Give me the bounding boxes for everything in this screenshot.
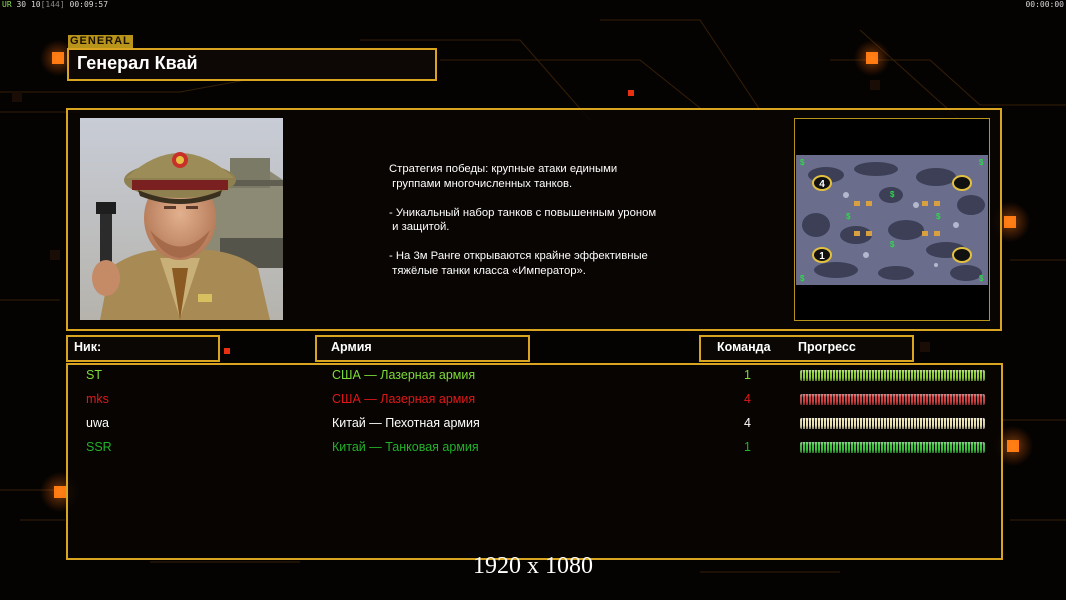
general-description: Стратегия победы: крупные атаки едиными … — [389, 163, 657, 277]
header-nick: Ник: — [66, 335, 220, 362]
header-nick-label: Ник: — [74, 340, 102, 354]
minimap-spawn-b: 1 — [819, 251, 825, 262]
hud-clock: 00:00:00 — [1025, 0, 1064, 9]
player-team: 4 — [744, 392, 751, 406]
player-team: 1 — [744, 368, 751, 382]
player-progress-bar — [800, 394, 985, 405]
svg-text:$: $ — [979, 274, 984, 283]
player-row[interactable]: uwa Китай — Пехотная армия 4 — [0, 413, 1066, 437]
general-tag: GENERAL — [68, 35, 133, 48]
general-title-box: Генерал Квай — [67, 48, 437, 81]
hud-time: 00:09:57 — [69, 0, 109, 9]
svg-text:$: $ — [979, 158, 984, 167]
player-row[interactable]: SSR Китай — Танковая армия 1 — [0, 437, 1066, 461]
player-progress-bar — [800, 370, 985, 381]
player-army: Китай — Пехотная армия — [332, 416, 480, 430]
player-team: 4 — [744, 416, 751, 430]
player-row[interactable]: ST США — Лазерная армия 1 — [0, 365, 1066, 389]
player-nick: mks — [86, 392, 109, 406]
player-progress-bar — [800, 418, 985, 429]
hud-value-a: 10 — [30, 0, 41, 9]
hud-fps-counter: UR 30 10[144] 00:09:57 — [2, 0, 108, 9]
player-army: США — Лазерная армия — [332, 392, 476, 406]
player-nick: SSR — [86, 440, 112, 454]
header-army: Армия — [315, 335, 530, 362]
general-portrait — [80, 118, 283, 320]
hud-value-b: [144] — [40, 0, 65, 9]
player-progress-bar — [800, 442, 985, 453]
hud-prefix: UR — [2, 0, 12, 9]
svg-text:$: $ — [936, 212, 941, 221]
svg-text:$: $ — [800, 158, 805, 167]
svg-text:$: $ — [890, 190, 895, 199]
svg-text:$: $ — [890, 240, 895, 249]
player-nick: ST — [86, 368, 102, 382]
svg-text:$: $ — [800, 274, 805, 283]
header-army-label: Армия — [331, 340, 372, 354]
general-name: Генерал Квай — [77, 53, 198, 73]
player-nick: uwa — [86, 416, 109, 430]
svg-text:$: $ — [846, 212, 851, 221]
minimap: 4 1 $ $ $ $ $ $ $ $ — [796, 155, 988, 285]
header-team-label: Команда — [717, 340, 771, 354]
header-team-progress: Команда Прогресс — [699, 335, 914, 362]
player-row[interactable]: mks США — Лазерная армия 4 — [0, 389, 1066, 413]
player-team: 1 — [744, 440, 751, 454]
header-progress-label: Прогресс — [798, 340, 856, 354]
minimap-frame: 4 1 $ $ $ $ $ $ $ $ — [794, 118, 990, 321]
player-army: США — Лазерная армия — [332, 368, 476, 382]
resolution-label: 1920 x 1080 — [473, 553, 593, 579]
hud-fps: 30 — [16, 0, 27, 9]
player-army: Китай — Танковая армия — [332, 440, 479, 454]
minimap-spawn-a: 4 — [819, 179, 825, 190]
